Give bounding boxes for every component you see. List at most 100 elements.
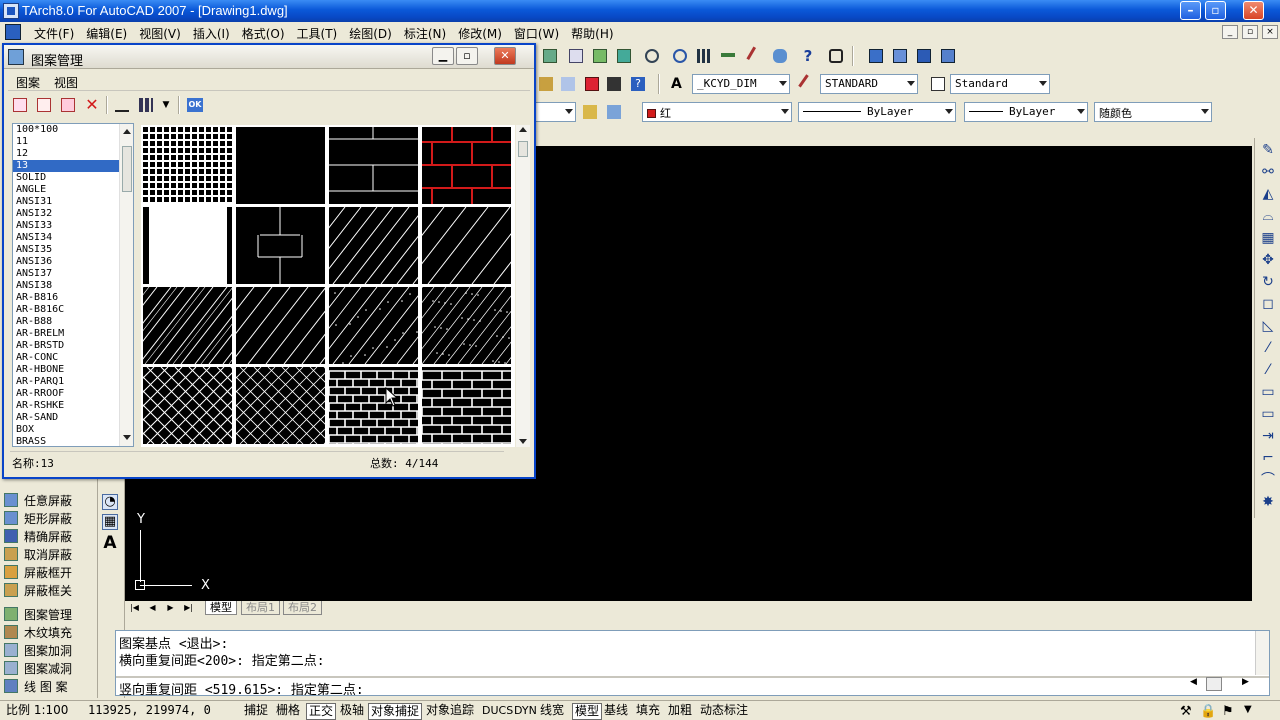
command-scrollbar[interactable] (1255, 631, 1269, 675)
layer-prev-icon[interactable] (558, 74, 578, 94)
hatch-list-item[interactable]: ANSI37 (13, 268, 133, 280)
draw-order-above-icon[interactable] (914, 46, 934, 66)
erase-icon[interactable]: ✎ (1260, 142, 1276, 158)
document-icon[interactable] (5, 24, 21, 40)
hatch-list-item[interactable]: AR-HBONE (13, 364, 133, 376)
palette-text-icon[interactable]: A (102, 535, 118, 552)
menu-item[interactable]: 视图(V) (133, 25, 187, 42)
grid-points-icon[interactable] (694, 46, 714, 66)
pattern-preview-cell[interactable] (143, 207, 232, 284)
tab-layout2[interactable]: 布局2 (283, 601, 322, 615)
palette-table-icon[interactable]: ▦ (102, 514, 118, 530)
comm-center-icon[interactable]: ⚒ (1180, 704, 1192, 719)
pattern-preview-cell[interactable] (329, 367, 418, 444)
hatch-list-item[interactable]: AR-B816C (13, 304, 133, 316)
tablestyle-select[interactable]: STANDARD (820, 74, 918, 94)
hatch-list-item[interactable]: AR-PARQ1 (13, 376, 133, 388)
dimstyle-icon[interactable] (798, 74, 818, 94)
scroll-up-icon[interactable] (519, 127, 527, 132)
menu-item[interactable]: 文件(F) (28, 25, 80, 42)
layer-select[interactable] (536, 102, 576, 122)
menu-item[interactable]: 修改(M) (452, 25, 508, 42)
palette-item[interactable]: 线 图 案 (4, 677, 68, 695)
hatch-list-item[interactable]: AR-RROOF (13, 388, 133, 400)
hatch-list-item[interactable]: 100*100 (13, 124, 133, 136)
menu-item[interactable]: 窗口(W) (508, 25, 565, 42)
tab-model[interactable]: 模型 (205, 601, 237, 615)
hatch-list-item[interactable]: SOLID (13, 172, 133, 184)
reload-pattern-icon[interactable] (58, 95, 78, 115)
calculator-icon[interactable] (604, 74, 624, 94)
pattern-size-icon[interactable] (112, 95, 132, 115)
status-toggle[interactable]: 模型 (572, 703, 603, 720)
dimstyle-select[interactable]: _KCYD_DIM (692, 74, 790, 94)
palette-item[interactable]: 屏蔽框开 (4, 563, 72, 581)
dialog-menu-view[interactable]: 视图 (54, 74, 78, 91)
explode-icon[interactable]: ✸ (1260, 494, 1276, 510)
draw-order-front-icon[interactable] (866, 46, 886, 66)
rotate-icon[interactable]: ↻ (1260, 274, 1276, 290)
offset-icon[interactable]: ⌓ (1260, 208, 1276, 224)
pattern-preview-cell[interactable] (422, 367, 511, 444)
design-center-icon[interactable] (590, 46, 610, 66)
scroll-down-icon[interactable] (123, 435, 131, 440)
linetype-select[interactable]: ByLayer (798, 102, 956, 122)
pattern-preview-cell[interactable] (143, 127, 232, 204)
menu-item[interactable]: 绘图(D) (343, 25, 398, 42)
pattern-preview-cell[interactable] (143, 287, 232, 364)
fillet-icon[interactable]: ⌒ (1260, 472, 1276, 488)
first-tab-icon[interactable]: |◀ (127, 602, 142, 614)
trim-icon[interactable]: ⁄ (1260, 340, 1276, 356)
status-toggle[interactable]: 栅格 (274, 703, 302, 720)
layer-previous-icon[interactable] (604, 102, 624, 122)
move-icon[interactable]: ✥ (1260, 252, 1276, 268)
stretch-icon[interactable]: ◺ (1260, 318, 1276, 334)
hatch-list-item[interactable]: AR-BRSTD (13, 340, 133, 352)
pattern-preview-cell[interactable] (329, 127, 418, 204)
palette-item[interactable]: 图案加洞 (4, 641, 72, 659)
status-toggle[interactable]: DYN (512, 703, 539, 720)
menu-item[interactable]: 编辑(E) (80, 25, 133, 42)
status-toggle[interactable]: 对象捕捉 (368, 703, 423, 720)
copy-icon[interactable]: ⚯ (1260, 164, 1276, 180)
delete-pattern-icon[interactable]: ✕ (82, 95, 102, 115)
table-style-icon[interactable] (928, 74, 948, 94)
scroll-down-icon[interactable] (519, 439, 527, 444)
hatch-list-item[interactable]: 13 (13, 160, 133, 172)
palette-item[interactable]: 精确屏蔽 (4, 527, 72, 545)
dialog-menu-pattern[interactable]: 图案 (16, 74, 40, 91)
status-tray-icon[interactable]: ⚑ (1222, 704, 1234, 719)
break-at-point-icon[interactable]: ▭ (1260, 384, 1276, 400)
layer-icon[interactable] (536, 74, 556, 94)
pattern-preview-cell[interactable] (143, 367, 232, 444)
view-mode-icon[interactable] (136, 95, 156, 115)
help-book-icon[interactable]: ? (628, 74, 648, 94)
dialog-minimize-button[interactable]: ▁ (432, 47, 454, 65)
doc-close-button[interactable]: × (1262, 25, 1278, 39)
menu-item[interactable]: 格式(O) (236, 25, 291, 42)
menu-item[interactable]: 插入(I) (187, 25, 236, 42)
palette-item[interactable]: 任意屏蔽 (4, 491, 72, 509)
menu-item[interactable]: 标注(N) (398, 25, 452, 42)
palette-item[interactable]: 矩形屏蔽 (4, 509, 72, 527)
status-toggle[interactable]: 加粗 (666, 703, 694, 720)
edit-icon[interactable] (746, 46, 766, 66)
doc-restore-button[interactable]: ▫ (1242, 25, 1258, 39)
hatch-list-item[interactable]: BOX (13, 424, 133, 436)
tab-layout1[interactable]: 布局1 (241, 601, 280, 615)
hatch-list-item[interactable]: ANSI32 (13, 208, 133, 220)
scroll-up-icon[interactable] (123, 129, 131, 134)
hatch-list-item[interactable]: ANGLE (13, 184, 133, 196)
menu-item[interactable]: 工具(T) (291, 25, 344, 42)
status-toggle[interactable]: 正交 (306, 703, 337, 720)
join-icon[interactable]: ⇥ (1260, 428, 1276, 444)
zoom-icon[interactable] (540, 46, 560, 66)
hatch-list-item[interactable]: AR-CONC (13, 352, 133, 364)
pattern-preview-cell[interactable] (422, 127, 511, 204)
scale-display[interactable]: 比例 1:100 (4, 703, 70, 720)
break-icon[interactable]: ▭ (1260, 406, 1276, 422)
prev-tab-icon[interactable]: ◀ (145, 602, 160, 614)
status-toggle[interactable]: 极轴 (338, 703, 366, 720)
pattern-preview-cell[interactable] (236, 367, 325, 444)
color-select[interactable]: 红 (642, 102, 792, 122)
